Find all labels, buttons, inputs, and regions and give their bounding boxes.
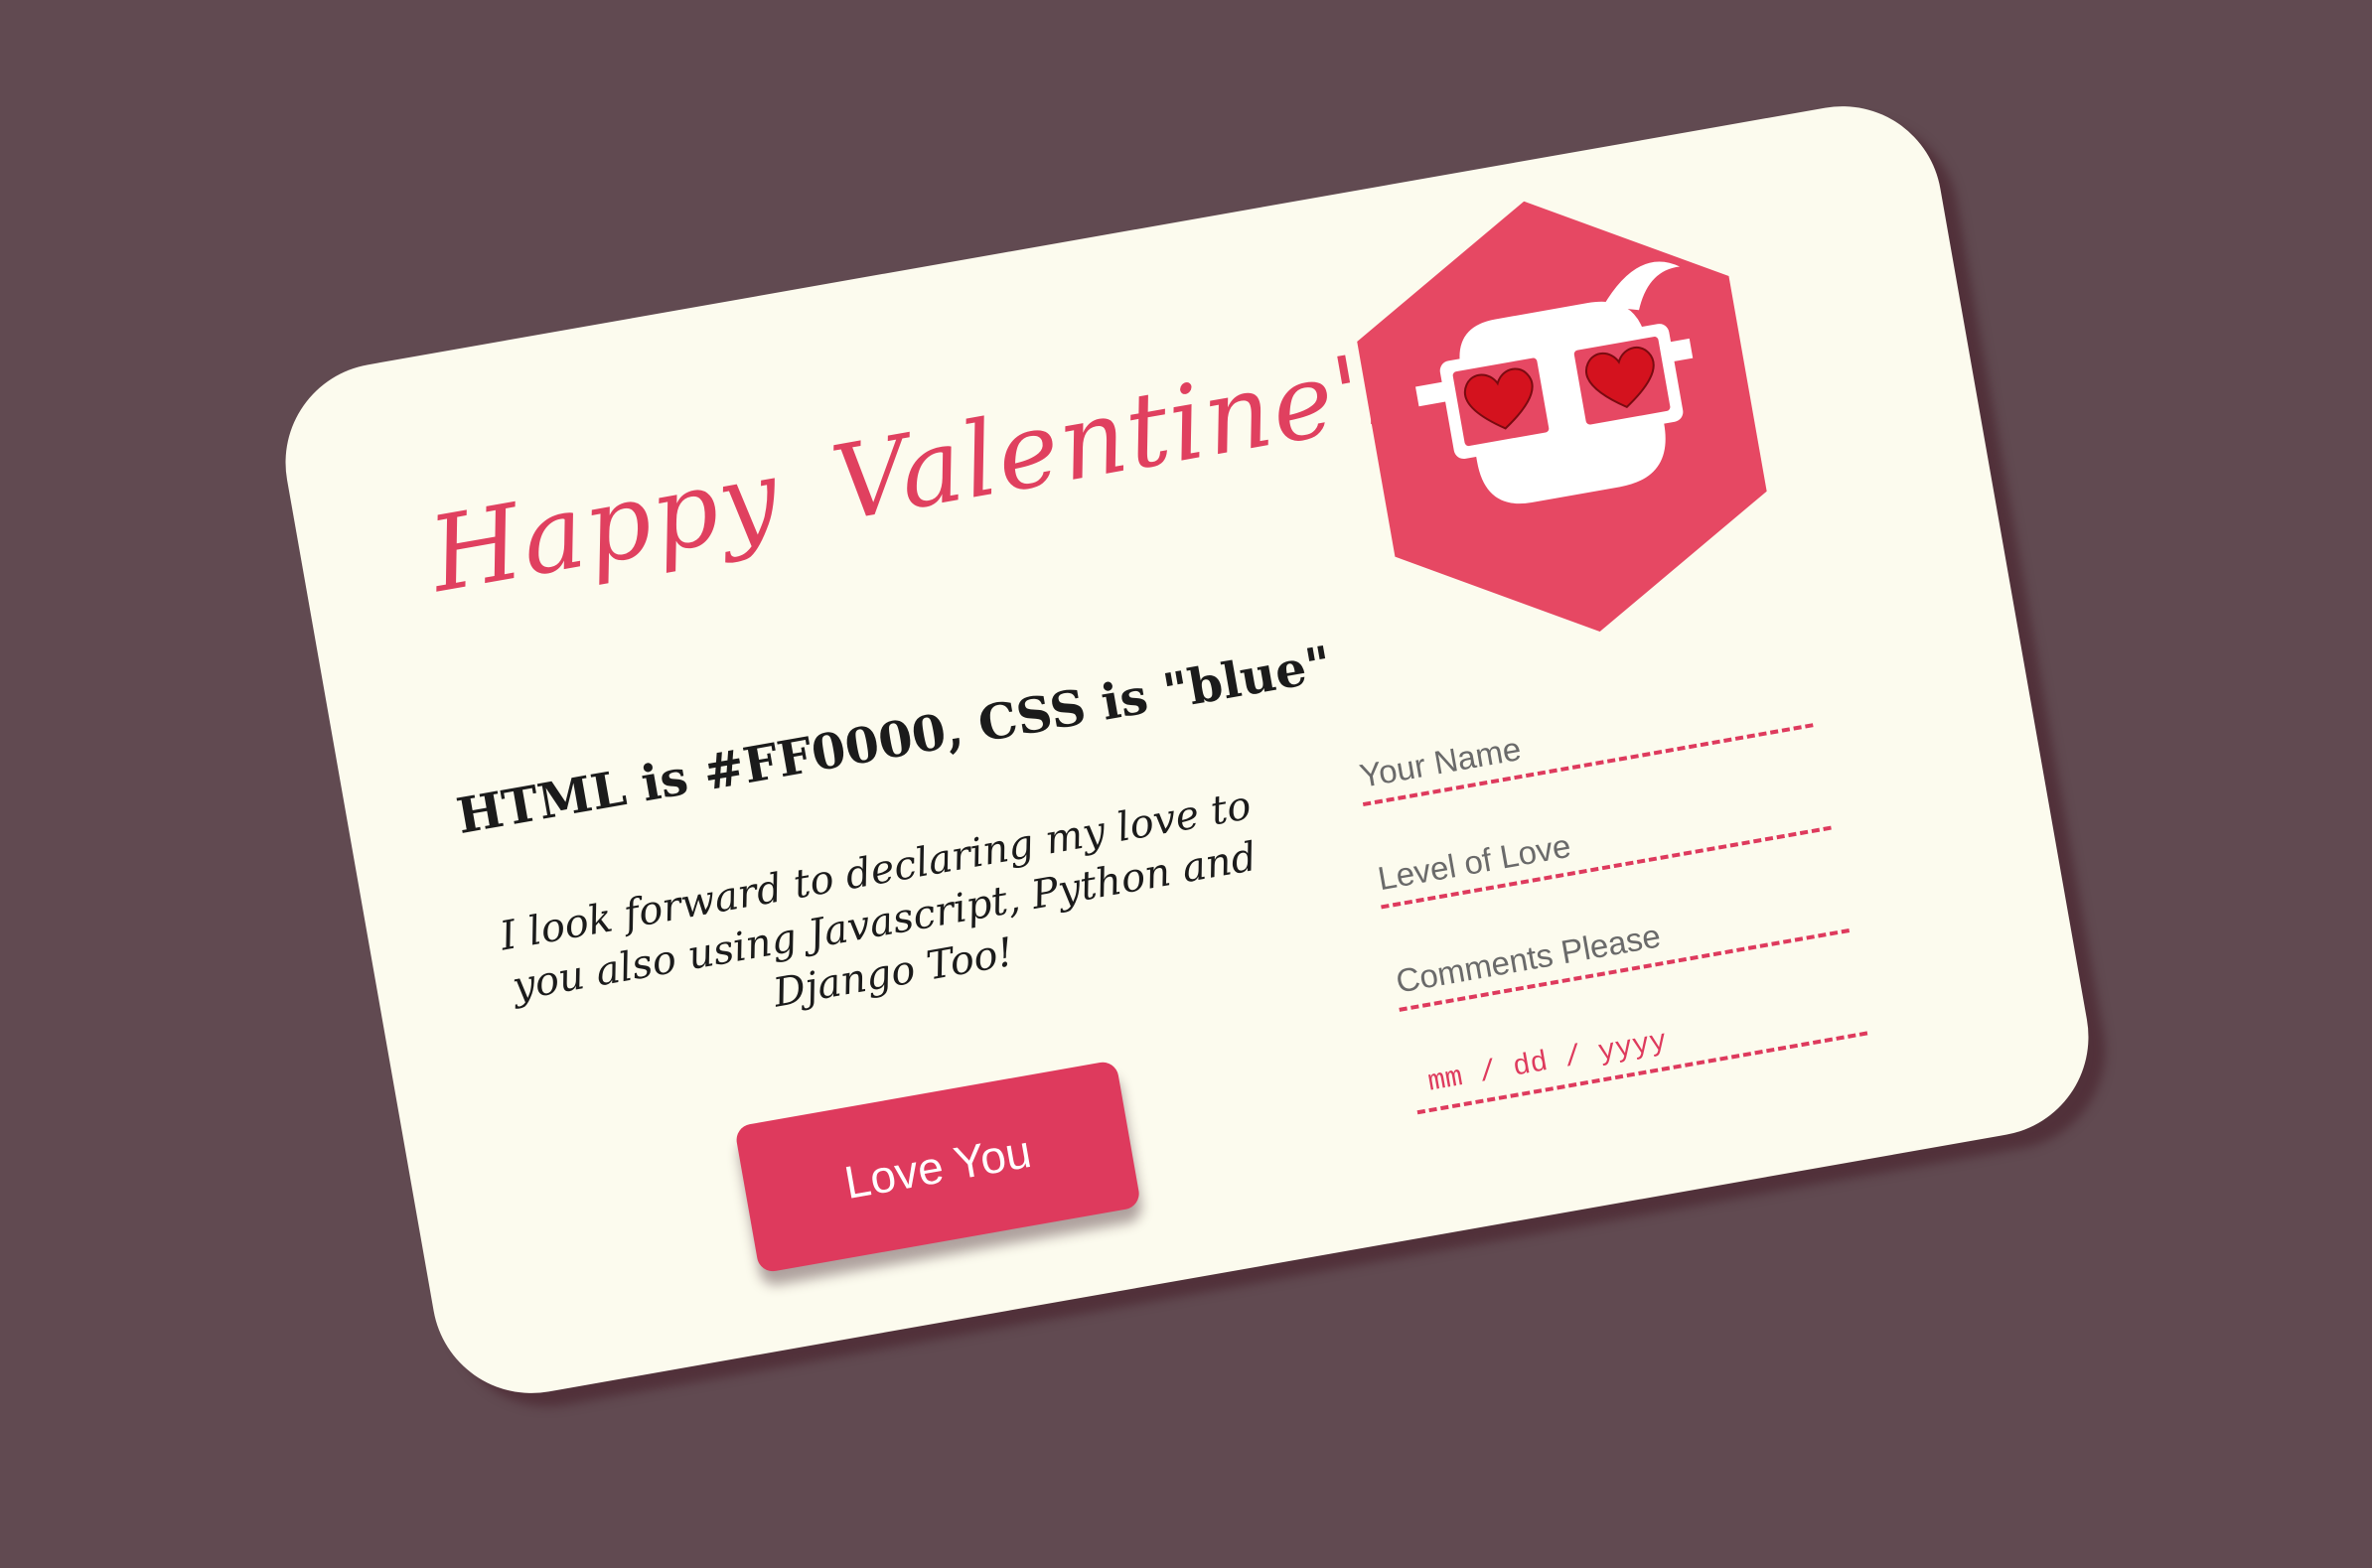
page-background: Happy Valentine's HTML is #FF0000, CSS i… [0,0,2372,1568]
love-form [1354,675,1877,1166]
love-you-button[interactable]: Love You [734,1060,1142,1274]
valentine-card: Happy Valentine's HTML is #FF0000, CSS i… [269,90,2105,1409]
date-input[interactable] [1408,984,1868,1115]
level-of-love-input[interactable] [1372,779,1832,910]
your-name-input[interactable] [1354,675,1814,807]
heart-eyes-logo-icon [1357,201,1767,633]
card-title: Happy Valentine's [421,322,1429,617]
comments-input[interactable] [1391,881,1851,1012]
